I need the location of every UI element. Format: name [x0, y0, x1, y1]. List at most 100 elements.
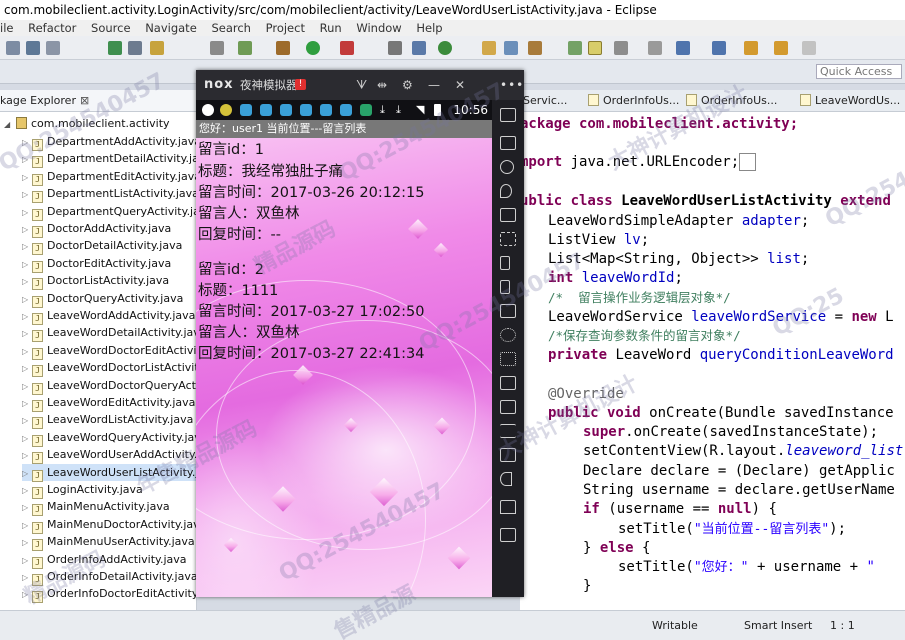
menu-help[interactable]: Help — [416, 20, 442, 36]
package-icon[interactable] — [150, 41, 164, 55]
tree-file-item[interactable]: ▷ J MainMenuDoctorActivity.java — [22, 516, 196, 534]
pin-icon[interactable]: ⇹ — [377, 70, 387, 100]
quick-access-input[interactable]: Quick Access — [816, 64, 902, 79]
expand-arrow-icon[interactable]: ▷ — [22, 465, 32, 482]
volume-up-icon[interactable] — [500, 256, 510, 270]
menu-refactor[interactable]: Refactor — [28, 20, 76, 36]
tree-file-item[interactable]: ▷ J DoctorQueryActivity.java — [22, 290, 183, 308]
expand-arrow-icon[interactable]: ▷ — [22, 430, 32, 447]
screen-icon[interactable] — [500, 208, 516, 222]
minimize-icon[interactable]: — — [428, 70, 440, 100]
tree-file-item[interactable]: ▷ J DepartmentQueryActivity.java — [22, 203, 196, 221]
open-type-icon[interactable] — [504, 41, 518, 55]
expand-arrow-icon[interactable]: ▷ — [22, 517, 32, 534]
tree-file-item[interactable]: ▷ J DoctorEditActivity.java — [22, 255, 171, 273]
window-icon[interactable] — [500, 108, 516, 122]
location-icon[interactable] — [500, 184, 512, 198]
keyboard-icon[interactable] — [500, 448, 516, 462]
volume-down-icon[interactable] — [500, 280, 510, 294]
external-tools-icon[interactable] — [340, 41, 354, 55]
avd-icon[interactable] — [238, 41, 252, 55]
expand-arrow-icon[interactable]: ▷ — [22, 482, 32, 499]
tree-file-item[interactable]: ▷ J LeaveWordDoctorListActivity — [22, 359, 196, 378]
open-folder-icon[interactable] — [482, 41, 496, 55]
tree-file-item[interactable]: ▷J LeaveWordUserAddActivity.java — [22, 446, 196, 465]
file-share-icon[interactable] — [500, 304, 516, 318]
menu-project[interactable]: Project — [266, 20, 305, 36]
expand-arrow-icon[interactable]: ▷ — [22, 343, 32, 360]
expand-arrow-icon[interactable]: ▷ — [22, 273, 32, 290]
tree-file-item[interactable]: ▷ J MainMenuUserActivity.java — [22, 533, 195, 552]
tree-file-item[interactable]: ▷ J MainMenuActivity.java — [22, 498, 170, 517]
new-class-icon[interactable] — [412, 41, 426, 55]
editor-tab[interactable]: OrderInfoUs... — [686, 90, 777, 112]
tree-file-item[interactable]: ▷ J DoctorDetailActivity.java — [22, 237, 182, 256]
expand-arrow-icon[interactable]: ▷ — [22, 238, 32, 255]
android-sdk-icon[interactable] — [210, 41, 224, 55]
expand-arrow-icon[interactable]: ▷ — [22, 291, 32, 308]
tree-file-item[interactable]: ▷ J LeaveWordDoctorEditActivity — [22, 342, 196, 360]
block-icon[interactable] — [614, 41, 628, 55]
expand-arrow-icon[interactable]: ▷ — [22, 586, 32, 603]
expand-arrow-icon[interactable]: ▷ — [22, 308, 32, 325]
expand-arrow-icon[interactable]: ▷ — [22, 325, 32, 342]
android-home-icon[interactable] — [500, 500, 516, 514]
scissors-icon[interactable] — [500, 160, 514, 174]
tree-file-item[interactable]: ▷ J OrderInfoDetailActivity.java — [22, 568, 196, 586]
pilcrow-icon[interactable] — [648, 41, 662, 55]
next-annotation-icon[interactable] — [676, 41, 690, 55]
new-java-icon[interactable] — [438, 41, 452, 55]
last-edit-icon[interactable] — [802, 41, 816, 55]
tree-file-item[interactable]: ▷ J LeaveWordAddActivity.java — [22, 307, 195, 325]
mark-icon[interactable] — [568, 41, 582, 55]
menu-search[interactable]: Search — [211, 20, 251, 36]
import-icon[interactable] — [128, 41, 142, 55]
expand-arrow-icon[interactable]: ▷ — [22, 134, 32, 151]
expand-arrow-icon[interactable]: ▷ — [22, 169, 32, 186]
expand-arrow-icon[interactable]: ▷ — [22, 221, 32, 238]
more-icon[interactable]: ••• — [500, 70, 524, 100]
expand-arrow-icon[interactable]: ▷ — [22, 395, 32, 412]
link-icon[interactable] — [388, 41, 402, 55]
tree-file-item[interactable]: ▷J OrderInfoDoctorEditActivity.java — [22, 585, 196, 604]
back-icon[interactable] — [744, 41, 758, 55]
expand-arrow-icon[interactable]: ◢ — [0, 116, 16, 133]
edit-icon[interactable] — [528, 41, 542, 55]
expand-arrow-icon[interactable]: ▷ — [22, 360, 32, 377]
tree-file-item[interactable]: ▷ J LeaveWordDetailActivity.java — [22, 324, 196, 343]
expand-arrow-icon[interactable]: ▷ — [22, 204, 32, 221]
highlight-icon[interactable] — [588, 41, 602, 55]
expand-arrow-icon[interactable]: ▷ — [22, 151, 32, 168]
editor-tab[interactable]: OrderInfoUs... — [588, 90, 679, 112]
tree-file-item[interactable]: ▷ J DepartmentAddActivity.java — [22, 133, 196, 151]
menu-window[interactable]: Window — [356, 20, 401, 36]
tree-package-root[interactable]: ◢ com.mobileclient.activity — [0, 115, 170, 132]
code-editor[interactable]: ackage com.mobileclient.activity; mport … — [520, 112, 905, 610]
expand-arrow-icon[interactable]: ▷ — [22, 499, 32, 516]
expand-arrow-icon[interactable]: ▷ — [22, 378, 32, 395]
tree-file-item[interactable]: ▷ J DoctorAddActivity.java — [22, 220, 171, 238]
download-icon[interactable] — [108, 41, 122, 55]
tree-file-item[interactable]: ▷ J LoginActivity.java — [22, 481, 143, 499]
new-icon[interactable] — [6, 41, 20, 55]
shake-icon[interactable] — [500, 352, 516, 366]
debug-icon[interactable] — [276, 41, 290, 55]
save-icon[interactable] — [26, 41, 40, 55]
expand-arrow-icon[interactable]: ▷ — [22, 256, 32, 273]
expand-arrow-icon[interactable]: ▷ — [22, 569, 32, 586]
fullscreen-icon[interactable] — [500, 232, 516, 246]
expand-arrow-icon[interactable]: ▷ — [22, 412, 32, 429]
expand-arrow-icon[interactable]: ▷ — [22, 552, 32, 569]
tree-file-item[interactable]: ▷ J LeaveWordEditActivity.java — [22, 394, 195, 412]
tree-file-item[interactable]: ▷ J DepartmentListActivity.java — [22, 185, 196, 204]
macro-icon[interactable] — [500, 376, 516, 390]
tree-file-item[interactable]: ▷ J DepartmentDetailActivity.java — [22, 150, 196, 169]
close-icon[interactable]: ⊠ — [80, 94, 89, 107]
tree-file-item[interactable]: ▷ J DoctorListActivity.java — [22, 272, 169, 291]
tree-file-item[interactable]: ▷ J LeaveWordDoctorQueryActivi — [22, 377, 196, 395]
android-recent-icon[interactable] — [500, 528, 516, 542]
menu-run[interactable]: Run — [320, 20, 342, 36]
expand-arrow-icon[interactable]: ▷ — [22, 447, 32, 464]
expand-arrow-icon[interactable]: ▷ — [22, 534, 32, 551]
apk-icon[interactable] — [500, 136, 516, 150]
